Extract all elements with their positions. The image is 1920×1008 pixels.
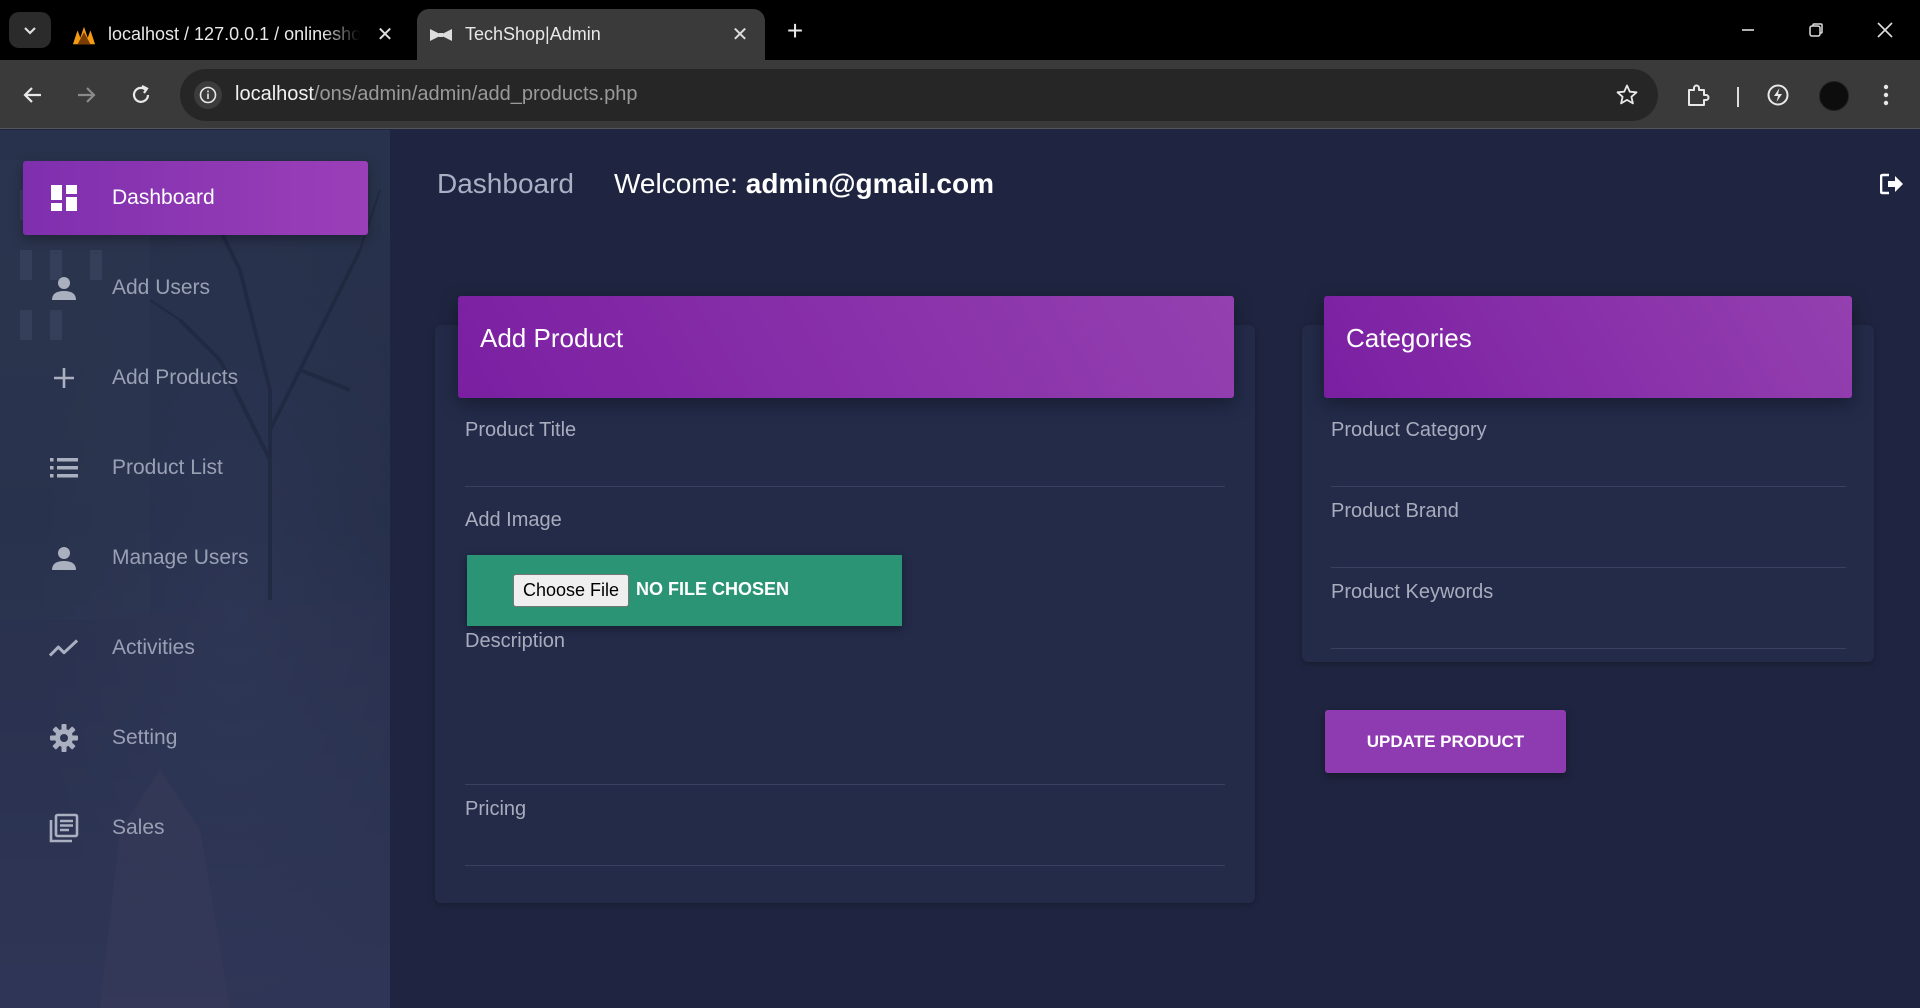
dashboard-icon xyxy=(49,183,79,213)
add-image-label: Add Image xyxy=(465,509,562,531)
reload-button[interactable] xyxy=(121,75,161,115)
description-label: Description xyxy=(465,630,566,652)
minimize-icon[interactable] xyxy=(1728,12,1768,48)
sidebar: Dashboard Add Users Add Products Product… xyxy=(0,130,390,1008)
sidebar-item-label: Product List xyxy=(112,456,223,479)
sidebar-item-label: Add Users xyxy=(112,276,211,299)
logout-icon[interactable] xyxy=(1878,170,1906,198)
restore-icon[interactable] xyxy=(1796,12,1836,48)
phpmyadmin-favicon-icon xyxy=(72,23,96,47)
sidebar-item-activities[interactable]: Activities xyxy=(23,611,368,685)
categories-header: Categories xyxy=(1324,296,1852,398)
trending-icon xyxy=(49,633,79,663)
product-keywords-label: Product Keywords xyxy=(1331,581,1494,603)
product-brand-label: Product Brand xyxy=(1331,500,1459,522)
sidebar-item-manage-users[interactable]: Manage Users xyxy=(23,521,368,595)
url-host: localhost xyxy=(235,83,314,105)
update-product-button[interactable]: UPDATE PRODUCT xyxy=(1325,710,1566,773)
add-product-header: Add Product xyxy=(458,296,1234,398)
pricing-label: Pricing xyxy=(465,798,527,820)
sidebar-item-setting[interactable]: Setting xyxy=(23,701,368,775)
sidebar-item-sales[interactable]: Sales xyxy=(23,791,368,865)
welcome-message: Welcome: admin@gmail.com xyxy=(614,168,994,200)
address-bar[interactable]: localhost/ons/admin/admin/add_products.p… xyxy=(180,69,1658,121)
plus-icon xyxy=(49,363,79,393)
sidebar-item-label: Add Products xyxy=(112,366,239,389)
product-brand-input[interactable] xyxy=(1331,567,1846,568)
toolbar-divider xyxy=(1737,87,1739,107)
browser-toolbar: localhost/ons/admin/admin/add_products.p… xyxy=(0,60,1920,129)
welcome-label: Welcome: xyxy=(614,168,738,199)
sidebar-item-add-products[interactable]: Add Products xyxy=(23,341,368,415)
sidebar-item-label: Activities xyxy=(112,636,195,659)
site-info-icon[interactable] xyxy=(194,81,222,109)
close-tab-icon[interactable]: ✕ xyxy=(729,24,751,46)
tab-title: localhost / 127.0.0.1 / onlineshop xyxy=(108,24,360,44)
forward-button[interactable] xyxy=(66,75,106,115)
image-upload-field: Choose File NO FILE CHOSEN xyxy=(467,555,902,626)
url-text[interactable]: localhost/ons/admin/admin/add_products.p… xyxy=(235,83,637,106)
welcome-user-email: admin@gmail.com xyxy=(745,168,994,199)
tab-title: TechShop|Admin xyxy=(465,24,601,44)
reload-icon xyxy=(132,85,150,103)
chevron-down-icon xyxy=(24,27,36,35)
performance-icon[interactable] xyxy=(1760,77,1796,113)
sidebar-item-label: Sales xyxy=(112,816,165,839)
product-category-label: Product Category xyxy=(1331,419,1487,441)
choose-file-button[interactable]: Choose File xyxy=(513,574,629,607)
tab-techshop-admin[interactable]: TechShop|Admin ✕ xyxy=(417,9,765,60)
new-tab-button[interactable]: + xyxy=(778,14,812,48)
add-product-title: Add Product xyxy=(480,323,624,353)
extensions-puzzle-icon[interactable] xyxy=(1680,77,1716,113)
arrow-right-icon xyxy=(78,87,96,103)
bowtie-favicon-icon xyxy=(429,23,453,47)
main-content: Dashboard Welcome: admin@gmail.com Add P… xyxy=(390,130,1920,1008)
description-input[interactable] xyxy=(465,784,1225,785)
product-category-input[interactable] xyxy=(1331,486,1846,487)
tab-phpmyadmin[interactable]: localhost / 127.0.0.1 / onlineshop ✕ xyxy=(60,9,410,60)
product-title-input[interactable] xyxy=(465,486,1225,487)
product-title-label: Product Title xyxy=(465,419,577,441)
person-icon xyxy=(49,273,79,303)
page-title[interactable]: Dashboard xyxy=(437,168,574,200)
product-keywords-input[interactable] xyxy=(1331,648,1846,649)
more-menu-icon[interactable] xyxy=(1868,77,1904,113)
back-button[interactable] xyxy=(13,75,53,115)
person-icon xyxy=(49,543,79,573)
list-icon xyxy=(49,453,79,483)
categories-title: Categories xyxy=(1346,323,1472,353)
sidebar-item-add-users[interactable]: Add Users xyxy=(23,251,368,325)
sidebar-item-label: Manage Users xyxy=(112,546,249,569)
url-path: /ons/admin/admin/add_products.php xyxy=(313,83,638,105)
arrow-left-icon xyxy=(23,87,41,103)
sidebar-item-label: Dashboard xyxy=(112,186,215,209)
gear-icon xyxy=(49,723,79,753)
sidebar-item-product-list[interactable]: Product List xyxy=(23,431,368,505)
sidebar-item-dashboard[interactable]: Dashboard xyxy=(23,161,368,235)
library-books-icon xyxy=(49,813,79,843)
no-file-chosen-text: NO FILE CHOSEN xyxy=(636,579,790,599)
bookmark-star-icon[interactable] xyxy=(1614,82,1640,108)
browser-tab-strip: localhost / 127.0.0.1 / onlineshop ✕ Tec… xyxy=(0,0,1920,60)
profile-avatar[interactable] xyxy=(1819,81,1849,111)
close-window-icon[interactable] xyxy=(1865,12,1905,48)
sidebar-item-label: Setting xyxy=(112,726,178,749)
pricing-input[interactable] xyxy=(465,865,1225,866)
close-tab-icon[interactable]: ✕ xyxy=(374,24,396,46)
tab-search-button[interactable] xyxy=(9,12,51,48)
